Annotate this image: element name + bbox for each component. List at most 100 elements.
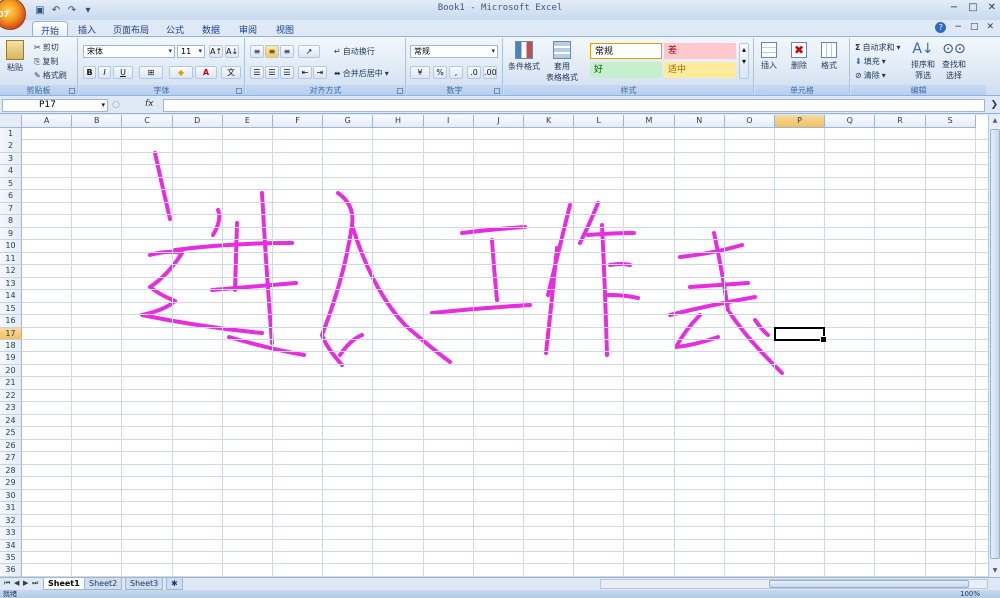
tab-page-layout[interactable]: 页面布局 — [108, 21, 154, 36]
delete-cells-button[interactable]: ✖ 删除 — [791, 42, 807, 71]
font-launcher-icon[interactable] — [236, 88, 242, 94]
column-header-f[interactable]: F — [273, 115, 324, 128]
row-header-25[interactable]: 25 — [0, 427, 22, 440]
align-left-button[interactable]: ☰ — [250, 66, 264, 79]
column-header-g[interactable]: G — [323, 115, 374, 128]
last-sheet-icon[interactable]: ⏭ — [32, 579, 38, 588]
row-header-32[interactable]: 32 — [0, 514, 22, 528]
number-launcher-icon[interactable] — [494, 88, 500, 94]
tab-review[interactable]: 审阅 — [233, 21, 263, 36]
row-header-10[interactable]: 10 — [0, 240, 22, 253]
row-header-30[interactable]: 30 — [0, 489, 22, 503]
alignment-launcher-icon[interactable] — [397, 88, 403, 94]
align-bottom-button[interactable]: ≡ — [280, 45, 294, 58]
grow-font-button[interactable]: A↑ — [209, 45, 223, 58]
column-header-h[interactable]: H — [373, 115, 424, 128]
vertical-scroll-thumb[interactable] — [990, 129, 1000, 559]
row-header-27[interactable]: 27 — [0, 452, 22, 465]
expand-formula-icon[interactable]: ❯ — [990, 100, 998, 110]
fill-color-button[interactable]: ◆ — [169, 66, 193, 79]
decrease-decimal-button[interactable]: .00 — [483, 66, 497, 79]
insert-sheet-button[interactable]: ✱ — [166, 578, 183, 590]
scroll-down-icon[interactable]: ▼ — [990, 566, 1000, 576]
doc-restore-icon[interactable]: □ — [970, 22, 979, 33]
decrease-indent-button[interactable]: ⇤ — [298, 66, 312, 79]
autosum-button[interactable]: Σ 自动求和 ▾ — [855, 42, 900, 53]
align-right-button[interactable]: ☰ — [280, 66, 294, 79]
name-box[interactable]: P17 ▾ — [2, 99, 108, 112]
row-header-23[interactable]: 23 — [0, 402, 22, 415]
row-header-12[interactable]: 12 — [0, 265, 22, 278]
doc-close-icon[interactable]: ✕ — [986, 22, 994, 33]
minimize-icon[interactable]: − — [950, 2, 958, 13]
row-header-8[interactable]: 8 — [0, 215, 22, 228]
row-header-17[interactable]: 17 — [0, 327, 22, 341]
row-header-29[interactable]: 29 — [0, 477, 22, 490]
restore-icon[interactable]: □ — [968, 2, 977, 13]
row-header-5[interactable]: 5 — [0, 177, 22, 191]
bold-button[interactable]: B — [83, 66, 96, 79]
close-icon[interactable]: ✕ — [988, 2, 996, 13]
column-header-q[interactable]: Q — [825, 115, 876, 128]
format-painter-button[interactable]: ✎ 格式刷 — [34, 70, 67, 81]
font-name-select[interactable]: 宋体 ▾ — [83, 45, 175, 58]
clear-button[interactable]: ⊘ 清除 ▾ — [855, 70, 886, 81]
fx-icon[interactable]: fx — [145, 99, 154, 109]
style-bad[interactable]: 差 — [664, 43, 736, 59]
tab-data[interactable]: 数据 — [196, 21, 226, 36]
tab-formulas[interactable]: 公式 — [160, 21, 190, 36]
paste-button[interactable]: 粘贴 — [6, 40, 24, 73]
select-all-corner[interactable] — [0, 115, 22, 128]
align-middle-button[interactable]: ≡ — [265, 45, 279, 58]
tab-insert[interactable]: 插入 — [72, 21, 102, 36]
column-header-k[interactable]: K — [524, 115, 575, 128]
comma-button[interactable]: , — [449, 66, 463, 79]
column-header-n[interactable]: N — [674, 115, 725, 128]
format-as-table-button[interactable]: 套用 表格格式 — [546, 41, 578, 83]
increase-indent-button[interactable]: ⇥ — [313, 66, 327, 79]
row-header-13[interactable]: 13 — [0, 277, 22, 291]
column-header-d[interactable]: D — [172, 115, 223, 128]
style-good[interactable]: 好 — [590, 62, 662, 78]
row-header-22[interactable]: 22 — [0, 389, 22, 403]
row-header-4[interactable]: 4 — [0, 165, 22, 178]
scroll-up-icon[interactable]: ▲ — [990, 116, 1000, 126]
row-header-15[interactable]: 15 — [0, 302, 22, 316]
styles-more-button[interactable]: ▴ ▾ — [739, 43, 749, 79]
row-header-11[interactable]: 11 — [0, 252, 22, 266]
tab-view[interactable]: 视图 — [270, 21, 300, 36]
row-header-6[interactable]: 6 — [0, 190, 22, 203]
column-header-l[interactable]: L — [574, 115, 625, 128]
zoom-level[interactable]: 100% — [960, 590, 980, 598]
font-color-button[interactable]: A — [195, 66, 217, 79]
sheet-tab-1[interactable]: Sheet1 — [43, 578, 85, 590]
row-header-24[interactable]: 24 — [0, 414, 22, 428]
column-header-s[interactable]: S — [925, 115, 976, 128]
row-header-36[interactable]: 36 — [0, 564, 22, 577]
cut-button[interactable]: ✂ 剪切 — [34, 42, 59, 53]
format-cells-button[interactable]: 格式 — [821, 42, 837, 71]
row-header-18[interactable]: 18 — [0, 339, 22, 353]
row-header-26[interactable]: 26 — [0, 439, 22, 453]
phonetic-button[interactable]: 文 — [221, 66, 241, 79]
first-sheet-icon[interactable]: ⏮ — [4, 579, 10, 588]
prev-sheet-icon[interactable]: ◀ — [14, 579, 19, 587]
row-header-1[interactable]: 1 — [0, 128, 22, 141]
row-header-34[interactable]: 34 — [0, 539, 22, 552]
border-button[interactable]: ⊞ — [139, 66, 163, 79]
column-header-o[interactable]: O — [724, 115, 775, 128]
row-header-7[interactable]: 7 — [0, 202, 22, 216]
clipboard-launcher-icon[interactable] — [69, 88, 75, 94]
wrap-text-button[interactable]: ↵ 自动换行 — [334, 46, 375, 57]
row-header-9[interactable]: 9 — [0, 227, 22, 241]
align-top-button[interactable]: ≡ — [250, 45, 264, 58]
doc-minimize-icon[interactable]: − — [954, 22, 962, 33]
percent-button[interactable]: % — [433, 66, 447, 79]
worksheet-grid[interactable]: A B C D E F G H I J K L M N O P Q R S 1 2 3 4 5 6 7 8 9 10 11 12 13 14 15… — [0, 115, 1000, 577]
column-header-b[interactable]: B — [72, 115, 123, 128]
column-header-j[interactable]: J — [473, 115, 524, 128]
sheet-tab-3[interactable]: Sheet3 — [125, 578, 164, 590]
style-neutral[interactable]: 适中 — [664, 62, 736, 78]
underline-button[interactable]: U — [113, 66, 133, 79]
number-format-select[interactable]: 常规 ▾ — [410, 45, 498, 58]
